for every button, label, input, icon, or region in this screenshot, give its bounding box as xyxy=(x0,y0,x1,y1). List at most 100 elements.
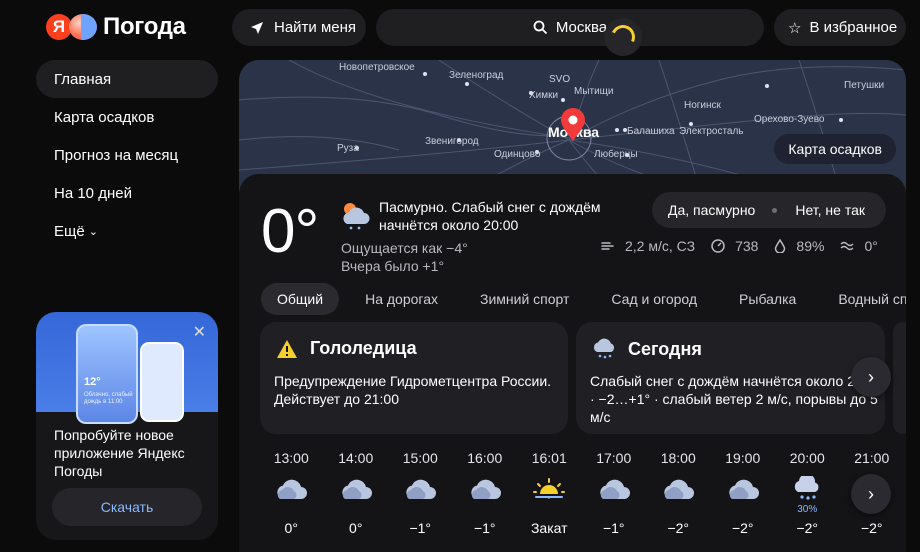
close-icon[interactable]: ✕ xyxy=(193,322,206,342)
cloudy-snow-icon xyxy=(343,203,370,230)
sidebar-item-10-days[interactable]: На 10 дней xyxy=(36,174,218,212)
water-icon xyxy=(840,241,854,251)
hour-time: 16:01 xyxy=(531,450,567,466)
sidebar-item-label: Карта осадков xyxy=(54,108,155,126)
warning-title: Гололедица xyxy=(310,338,417,358)
next-hours-button[interactable]: › xyxy=(851,474,891,514)
tab-fishing[interactable]: Рыбалка xyxy=(723,283,812,315)
phone-text: Облачно, слабый дождь в 11:00 xyxy=(84,392,133,405)
hour-value: −2° xyxy=(667,520,690,536)
hourly-item: 16:00 −1° xyxy=(453,450,518,536)
chevron-right-icon: › xyxy=(868,483,874,504)
app-logo[interactable]: Я Погода xyxy=(46,12,186,42)
water-temp-metric: 0° xyxy=(840,238,878,254)
map-label: Новопетровское xyxy=(339,62,415,73)
app-promo-card: 12° Облачно, слабый дождь в 11:00 ✕ Попр… xyxy=(36,312,218,540)
weather-logo-icon xyxy=(69,14,97,40)
location-pin-icon xyxy=(561,108,585,141)
hourly-forecast: 13:00 0° 14:00 0° 15:00 −1° 16:00 −1° 16:01 Закат… xyxy=(259,450,904,536)
next-cards-button[interactable]: › xyxy=(851,357,891,397)
feels-like: Ощущается как −4° xyxy=(341,240,468,256)
sidebar-item-label: Главная xyxy=(54,70,112,88)
sidebar-nav: Главная Карта осадков Прогноз на месяц Н… xyxy=(36,60,218,250)
cloudy-icon xyxy=(726,470,760,510)
tab-general[interactable]: Общий xyxy=(261,283,340,315)
hourly-item: 20:00 30% −2° xyxy=(775,450,840,536)
tab-roads[interactable]: На дорогах xyxy=(349,283,454,315)
today-title: Сегодня xyxy=(628,338,702,359)
phone-mockup: 12° Облачно, слабый дождь в 11:00 xyxy=(76,324,138,424)
hour-time: 14:00 xyxy=(338,450,374,466)
wind-icon xyxy=(601,242,614,250)
locate-me-button[interactable]: Найти меня xyxy=(232,9,366,46)
add-favorite-button[interactable]: ☆ В избранное xyxy=(774,9,906,46)
search-value: Москва xyxy=(555,19,608,36)
location-arrow-icon xyxy=(251,21,263,34)
water-temp-value: 0° xyxy=(864,238,878,254)
feedback-no-button[interactable]: Нет, не так xyxy=(795,202,865,218)
condition-text: Пасмурно. Слабый снег с дождём начнётся … xyxy=(379,199,601,233)
hour-time: 16:00 xyxy=(467,450,503,466)
app-title: Погода xyxy=(103,13,186,40)
map-label: Ногинск xyxy=(684,100,721,111)
chevron-down-icon: ⌄ xyxy=(88,225,98,238)
map-label: Звенигород xyxy=(425,136,479,147)
star-icon: ☆ xyxy=(788,19,802,37)
sidebar-item-precip-map[interactable]: Карта осадков xyxy=(36,98,218,136)
hour-time: 20:00 xyxy=(789,450,825,466)
hour-value: Закат xyxy=(530,520,568,536)
hour-value: −1° xyxy=(473,520,496,536)
hourly-item: 17:00 −1° xyxy=(582,450,647,536)
precip-map-button[interactable]: Карта осадков xyxy=(774,134,896,164)
separator-dot xyxy=(772,207,778,213)
hour-time: 15:00 xyxy=(402,450,438,466)
tab-garden[interactable]: Сад и огород xyxy=(595,283,713,315)
cloudy-icon xyxy=(661,470,695,510)
map-label: SVO xyxy=(549,74,571,85)
wind-metric: 2,2 м/с, СЗ xyxy=(601,238,695,254)
weather-card: 0° Пасмурно. Слабый снег с дождём начнёт… xyxy=(239,174,906,552)
map-label: Мытищи xyxy=(574,86,614,97)
phone-mockup-map xyxy=(140,342,184,422)
today-card[interactable]: Сегодня Слабый снег с дождём начнётся ок… xyxy=(576,322,885,434)
tab-water-sport[interactable]: Водный спорт xyxy=(822,283,906,315)
map-label: Петушки xyxy=(844,80,885,91)
download-button[interactable]: Скачать xyxy=(52,488,202,526)
sidebar-item-label: Ещё xyxy=(54,222,85,240)
promo-text: Попробуйте новое приложение Яндекс Погод… xyxy=(54,427,185,479)
hour-value: −2° xyxy=(860,520,883,536)
hourly-item: 16:01 Закат xyxy=(517,450,582,536)
search-input[interactable]: Москва xyxy=(376,9,764,46)
weather-metrics: 2,2 м/с, СЗ 738 89% 0° xyxy=(601,238,894,254)
hour-value: 0° xyxy=(349,520,363,536)
map-label: Орехово-Зуево xyxy=(754,114,825,125)
loading-spinner-icon xyxy=(604,18,642,56)
hour-value: −2° xyxy=(731,520,754,536)
cloudy-icon xyxy=(597,470,631,510)
sidebar-item-label: На 10 дней xyxy=(54,184,132,202)
hour-value: 0° xyxy=(284,520,298,536)
sidebar-item-month[interactable]: Прогноз на месяц xyxy=(36,136,218,174)
warning-card[interactable]: Гололедица Предупреждение Гидрометцентра… xyxy=(260,322,568,434)
warning-icon xyxy=(277,339,297,358)
sidebar-item-label: Прогноз на месяц xyxy=(54,146,179,164)
tab-winter-sport[interactable]: Зимний спорт xyxy=(464,283,585,315)
next-card-peek xyxy=(893,322,906,434)
map-label: Зеленоград xyxy=(449,70,504,81)
map-label: Одинцово xyxy=(494,149,541,160)
yesterday-temp: Вчера было +1° xyxy=(341,258,445,274)
map-label: Руза xyxy=(337,143,359,154)
cloudy-icon xyxy=(274,470,308,510)
forecast-tabs: Общий На дорогах Зимний спорт Сад и огор… xyxy=(261,283,906,315)
hourly-item: 15:00 −1° xyxy=(388,450,453,536)
humidity-icon xyxy=(775,239,786,253)
feedback-yes-button[interactable]: Да, пасмурно xyxy=(668,202,755,218)
humidity-metric: 89% xyxy=(774,238,824,254)
warning-text: Предупреждение Гидрометцентра России. Де… xyxy=(274,373,552,407)
hour-time: 19:00 xyxy=(725,450,761,466)
chevron-right-icon: › xyxy=(868,366,874,387)
phone-temp: 12° xyxy=(84,376,101,388)
sidebar-item-main[interactable]: Главная xyxy=(36,60,218,98)
hour-time: 17:00 xyxy=(596,450,632,466)
sidebar-item-more[interactable]: Ещё ⌄ xyxy=(36,212,218,250)
